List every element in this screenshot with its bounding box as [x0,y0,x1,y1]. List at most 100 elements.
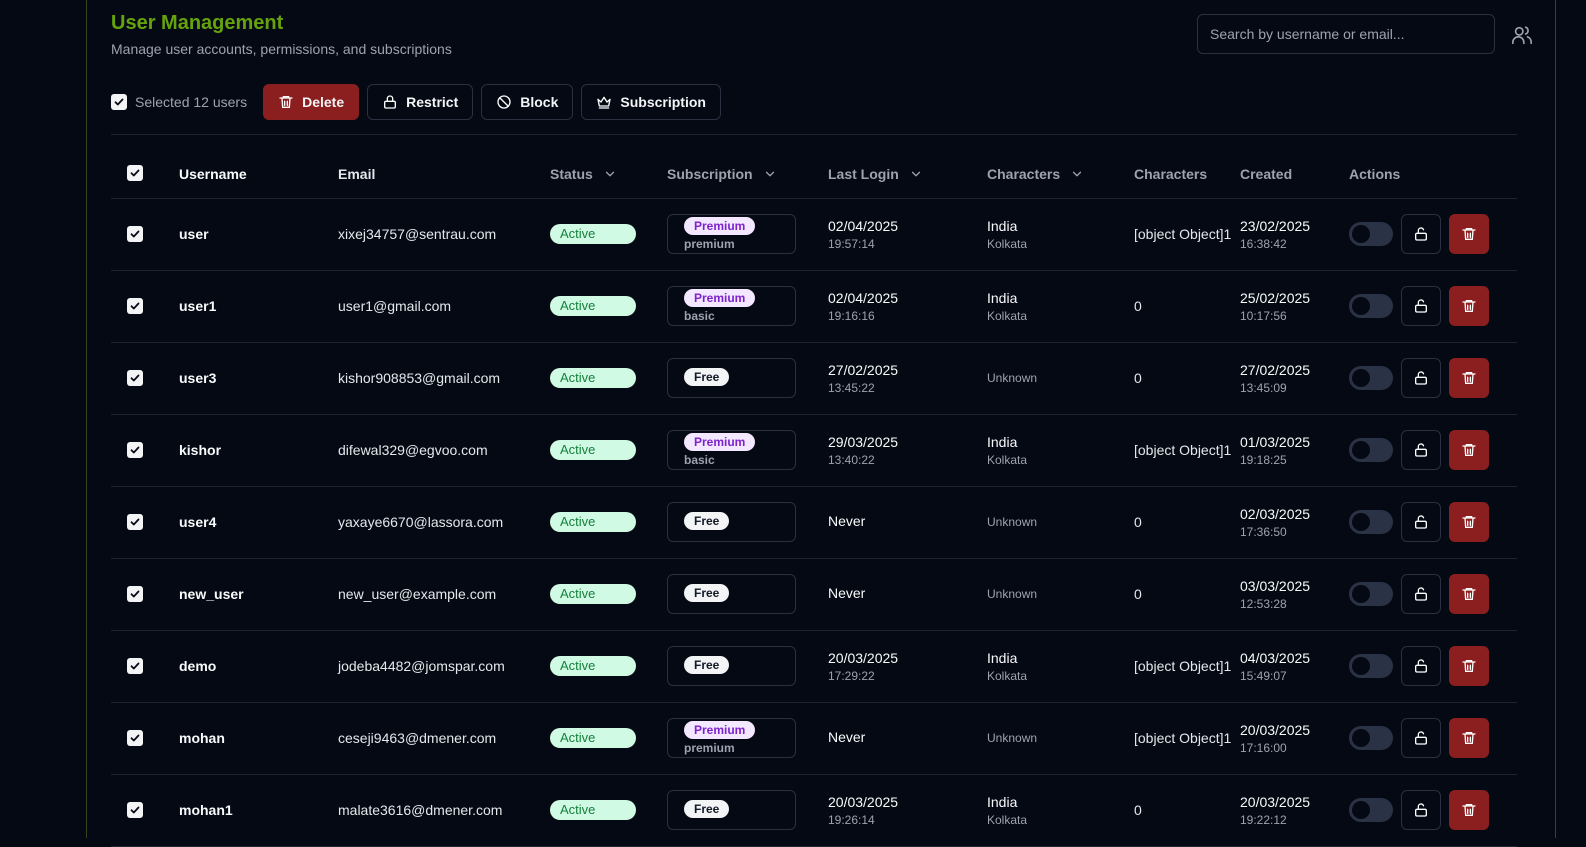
active-toggle[interactable] [1349,582,1393,606]
row-select[interactable] [111,198,179,271]
subscription-plan: premium [684,237,735,251]
restrict-user-button[interactable] [1401,718,1441,758]
created-cell: 02/03/2025 17:36:50 [1240,486,1349,559]
characters-cell: 0 [1134,270,1240,343]
checkbox-checked-icon[interactable] [127,513,143,530]
unlock-icon [1415,299,1427,313]
created-date: 25/02/2025 [1240,289,1311,306]
checkbox-checked-icon[interactable] [127,369,143,386]
users-icon[interactable] [1511,24,1533,46]
last-login-cell: 27/02/2025 13:45:22 [828,342,987,415]
active-toggle[interactable] [1349,294,1393,318]
select-all-users[interactable]: Selected 12 users [111,94,247,110]
restrict-user-button[interactable] [1401,574,1441,614]
subscription-button[interactable]: Subscription [581,84,721,120]
row-select[interactable] [111,414,179,487]
location-city: Kolkata [987,812,1028,827]
last-login-time: 19:57:14 [828,236,875,251]
location-country: India [987,217,1018,234]
subscription-cell: Free [667,558,828,631]
checkbox-checked-icon[interactable] [127,801,143,818]
active-toggle[interactable] [1349,726,1393,750]
active-toggle[interactable] [1349,222,1393,246]
subscription-badge: Free [684,368,730,386]
status-cell: Active [550,774,667,847]
crown-icon [597,96,612,109]
row-select[interactable] [111,558,179,631]
ban-icon [497,95,511,109]
delete-user-button[interactable] [1449,790,1489,830]
restrict-button[interactable]: Restrict [367,84,474,120]
active-toggle[interactable] [1349,654,1393,678]
status-badge: Active [550,512,636,532]
restrict-user-button[interactable] [1401,358,1441,398]
row-select[interactable] [111,702,179,775]
delete-user-button[interactable] [1449,646,1489,686]
column-subscription[interactable]: Subscription [667,150,828,199]
header-select-all[interactable] [111,150,179,199]
delete-user-button[interactable] [1449,574,1489,614]
restrict-user-button[interactable] [1401,646,1441,686]
row-select[interactable] [111,630,179,703]
active-toggle[interactable] [1349,798,1393,822]
email-cell: xixej34757@sentrau.com [338,198,550,271]
username-cell: user [179,198,338,271]
row-select[interactable] [111,342,179,415]
row-select[interactable] [111,270,179,343]
delete-user-button[interactable] [1449,718,1489,758]
delete-user-button[interactable] [1449,358,1489,398]
checkbox-checked-icon[interactable] [127,225,143,242]
subscription-box: Premium basic [667,430,796,470]
active-toggle[interactable] [1349,510,1393,534]
trash-icon [1462,300,1476,312]
status-badge: Active [550,728,636,748]
email-cell: difewal329@egvoo.com [338,414,550,487]
delete-user-button[interactable] [1449,430,1489,470]
block-button[interactable]: Block [481,84,574,120]
created-cell: 25/02/2025 10:17:56 [1240,270,1349,343]
username-cell: user1 [179,270,338,343]
subscription-box: Free [667,502,796,542]
column-characters-location[interactable]: Characters [987,150,1134,199]
checkbox-checked-icon[interactable] [127,585,143,602]
delete-button[interactable]: Delete [263,84,360,120]
created-cell: 03/03/2025 12:53:28 [1240,558,1349,631]
checkbox-checked-icon[interactable] [127,165,143,182]
active-toggle[interactable] [1349,438,1393,462]
subscription-box: Free [667,358,796,398]
last-login-date: Never [828,728,866,745]
column-username: Username [179,150,338,199]
chevron-down-icon[interactable] [909,167,923,181]
actions-cell [1349,558,1517,631]
actions-cell [1349,198,1517,271]
created-date: 20/03/2025 [1240,721,1311,738]
restrict-user-button[interactable] [1401,214,1441,254]
subscription-box: Premium premium [667,718,796,758]
column-status[interactable]: Status [550,150,667,199]
column-last-login[interactable]: Last Login [828,150,987,199]
row-select[interactable] [111,486,179,559]
checkbox-checked-icon[interactable] [127,441,143,458]
chevron-down-icon[interactable] [1070,167,1084,181]
active-toggle[interactable] [1349,366,1393,390]
checkbox-checked-icon[interactable] [127,657,143,674]
search-input[interactable] [1197,14,1495,54]
chevron-down-icon[interactable] [603,167,617,181]
checkbox-checked-icon[interactable] [111,94,127,110]
selected-count-label: Selected 12 users [135,94,248,110]
checkbox-checked-icon[interactable] [127,297,143,314]
chevron-down-icon[interactable] [763,167,777,181]
restrict-user-button[interactable] [1401,790,1441,830]
restrict-user-button[interactable] [1401,286,1441,326]
status-badge: Active [550,584,636,604]
restrict-user-button[interactable] [1401,430,1441,470]
last-login-time: 19:16:16 [828,308,875,323]
delete-user-button[interactable] [1449,502,1489,542]
restrict-user-button[interactable] [1401,502,1441,542]
delete-user-button[interactable] [1449,214,1489,254]
checkbox-checked-icon[interactable] [127,729,143,746]
row-select[interactable] [111,774,179,847]
delete-user-button[interactable] [1449,286,1489,326]
status-cell: Active [550,486,667,559]
location-cell: India Kolkata [987,630,1134,703]
